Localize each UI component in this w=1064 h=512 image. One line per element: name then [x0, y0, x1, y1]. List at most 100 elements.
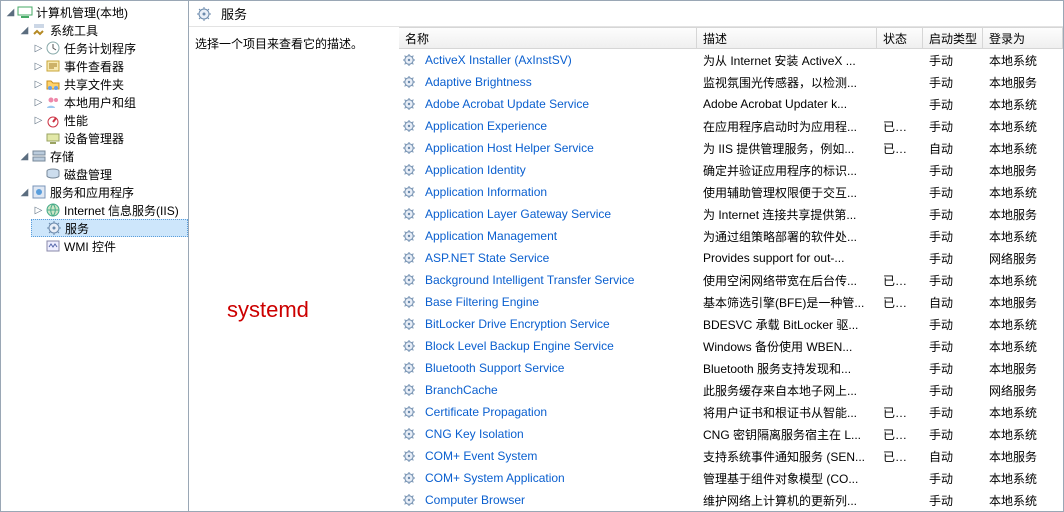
service-startup: 手动 — [923, 184, 983, 201]
service-name[interactable]: Application Layer Gateway Service — [419, 207, 697, 221]
col-logon[interactable]: 登录为 — [983, 28, 1063, 48]
service-row[interactable]: Application Management为通过组策略部署的软件处...手动本… — [399, 225, 1063, 247]
service-row[interactable]: Base Filtering Engine基本筛选引擎(BFE)是一种管...已… — [399, 291, 1063, 313]
expand-toggle[interactable]: ▷ — [33, 57, 44, 75]
tree-system-tools-label: 系统工具 — [50, 22, 98, 39]
tree-local-users[interactable]: ▷ 本地用户和组 — [31, 93, 188, 111]
service-name[interactable]: Background Intelligent Transfer Service — [419, 273, 697, 287]
service-name[interactable]: Application Management — [419, 229, 697, 243]
shared-folder-icon — [45, 76, 61, 92]
service-row[interactable]: Application Information使用辅助管理权限便于交互...手动… — [399, 181, 1063, 203]
service-row[interactable]: Application Host Helper Service为 IIS 提供管… — [399, 137, 1063, 159]
service-row[interactable]: BitLocker Drive Encryption ServiceBDESVC… — [399, 313, 1063, 335]
service-row[interactable]: CNG Key IsolationCNG 密钥隔离服务宿主在 L...已启动手动… — [399, 423, 1063, 445]
service-startup: 手动 — [923, 338, 983, 355]
tree-wmi[interactable]: WMI 控件 — [31, 237, 188, 255]
service-row[interactable]: Block Level Backup Engine ServiceWindows… — [399, 335, 1063, 357]
expand-toggle[interactable]: ▷ — [33, 111, 44, 129]
service-name[interactable]: Adobe Acrobat Update Service — [419, 97, 697, 111]
expand-toggle[interactable]: ◢ — [19, 147, 30, 165]
expand-toggle[interactable]: ▷ — [33, 93, 44, 111]
gear-icon — [399, 97, 419, 111]
expand-toggle[interactable]: ▷ — [33, 201, 44, 219]
service-row[interactable]: Bluetooth Support ServiceBluetooth 服务支持发… — [399, 357, 1063, 379]
service-row[interactable]: Certificate Propagation将用户证书和根证书从智能...已启… — [399, 401, 1063, 423]
gear-icon — [399, 405, 419, 419]
service-row[interactable]: Adobe Acrobat Update ServiceAdobe Acroba… — [399, 93, 1063, 115]
gear-icon — [399, 75, 419, 89]
tree-services[interactable]: 服务 — [31, 219, 188, 237]
tree-wmi-label: WMI 控件 — [64, 238, 116, 255]
service-startup: 手动 — [923, 382, 983, 399]
col-startup[interactable]: 启动类型 — [923, 28, 983, 48]
service-name[interactable]: Bluetooth Support Service — [419, 361, 697, 375]
services-rows[interactable]: ActiveX Installer (AxInstSV)为从 Internet … — [399, 49, 1063, 511]
col-desc[interactable]: 描述 — [697, 28, 877, 48]
service-name[interactable]: Base Filtering Engine — [419, 295, 697, 309]
service-logon: 本地系统 — [983, 404, 1063, 421]
service-name[interactable]: BranchCache — [419, 383, 697, 397]
service-desc: Bluetooth 服务支持发现和... — [697, 360, 877, 377]
service-status: 已启动 — [877, 404, 923, 421]
tree-iis[interactable]: ▷ Internet 信息服务(IIS) — [31, 201, 188, 219]
expand-toggle[interactable]: ◢ — [5, 3, 16, 21]
gear-icon — [399, 251, 419, 265]
service-startup: 手动 — [923, 228, 983, 245]
tree-shared-folders[interactable]: ▷ 共享文件夹 — [31, 75, 188, 93]
gear-icon — [399, 493, 419, 507]
col-status[interactable]: 状态 — [877, 28, 923, 48]
service-row[interactable]: ActiveX Installer (AxInstSV)为从 Internet … — [399, 49, 1063, 71]
service-name[interactable]: Certificate Propagation — [419, 405, 697, 419]
service-row[interactable]: Application Layer Gateway Service为 Inter… — [399, 203, 1063, 225]
service-row[interactable]: Background Intelligent Transfer Service使… — [399, 269, 1063, 291]
service-name[interactable]: ActiveX Installer (AxInstSV) — [419, 53, 697, 67]
tree-disk-mgmt[interactable]: 磁盘管理 — [31, 165, 188, 183]
tree-system-tools[interactable]: ◢ 系统工具 — [17, 21, 188, 39]
tree-storage[interactable]: ◢ 存储 — [17, 147, 188, 165]
service-name[interactable]: Application Identity — [419, 163, 697, 177]
service-row[interactable]: Adaptive Brightness监视氛围光传感器，以检测...手动本地服务 — [399, 71, 1063, 93]
service-name[interactable]: Application Experience — [419, 119, 697, 133]
expand-toggle[interactable]: ▷ — [33, 39, 44, 57]
service-name[interactable]: ASP.NET State Service — [419, 251, 697, 265]
col-name[interactable]: 名称 — [399, 28, 697, 48]
service-row[interactable]: BranchCache此服务缓存来自本地子网上...手动网络服务 — [399, 379, 1063, 401]
service-row[interactable]: Application Experience在应用程序启动时为应用程...已启动… — [399, 115, 1063, 137]
service-desc: 确定并验证应用程序的标识... — [697, 162, 877, 179]
tree-services-apps[interactable]: ◢ 服务和应用程序 — [17, 183, 188, 201]
tree-performance-label: 性能 — [64, 112, 88, 129]
service-desc: Windows 备份使用 WBEN... — [697, 338, 877, 355]
service-name[interactable]: COM+ Event System — [419, 449, 697, 463]
gear-icon — [399, 449, 419, 463]
expand-toggle[interactable]: ◢ — [19, 183, 30, 201]
service-row[interactable]: ASP.NET State ServiceProvides support fo… — [399, 247, 1063, 269]
service-name[interactable]: Block Level Backup Engine Service — [419, 339, 697, 353]
service-row[interactable]: COM+ System Application管理基于组件对象模型 (CO...… — [399, 467, 1063, 489]
service-status: 已启动 — [877, 448, 923, 465]
service-name[interactable]: Application Information — [419, 185, 697, 199]
service-row[interactable]: Application Identity确定并验证应用程序的标识...手动本地服… — [399, 159, 1063, 181]
service-logon: 本地系统 — [983, 470, 1063, 487]
tree-root[interactable]: ◢ 计算机管理(本地) — [3, 3, 188, 21]
service-name[interactable]: BitLocker Drive Encryption Service — [419, 317, 697, 331]
service-name[interactable]: CNG Key Isolation — [419, 427, 697, 441]
tree-task-scheduler[interactable]: ▷ 任务计划程序 — [31, 39, 188, 57]
service-name[interactable]: Application Host Helper Service — [419, 141, 697, 155]
service-desc: 此服务缓存来自本地子网上... — [697, 382, 877, 399]
gear-icon — [196, 6, 212, 22]
tree-event-viewer[interactable]: ▷ 事件查看器 — [31, 57, 188, 75]
service-row[interactable]: Computer Browser维护网络上计算机的更新列...手动本地系统 — [399, 489, 1063, 511]
service-name[interactable]: COM+ System Application — [419, 471, 697, 485]
service-name[interactable]: Computer Browser — [419, 493, 697, 507]
service-row[interactable]: COM+ Event System支持系统事件通知服务 (SEN...已启动自动… — [399, 445, 1063, 467]
service-name[interactable]: Adaptive Brightness — [419, 75, 697, 89]
service-logon: 本地服务 — [983, 206, 1063, 223]
gear-icon — [399, 471, 419, 485]
service-desc: 为 Internet 连接共享提供第... — [697, 206, 877, 223]
service-startup: 手动 — [923, 206, 983, 223]
tree-event-viewer-label: 事件查看器 — [64, 58, 124, 75]
expand-toggle[interactable]: ◢ — [19, 21, 30, 39]
expand-toggle[interactable]: ▷ — [33, 75, 44, 93]
tree-performance[interactable]: ▷ 性能 — [31, 111, 188, 129]
tree-device-manager[interactable]: 设备管理器 — [31, 129, 188, 147]
